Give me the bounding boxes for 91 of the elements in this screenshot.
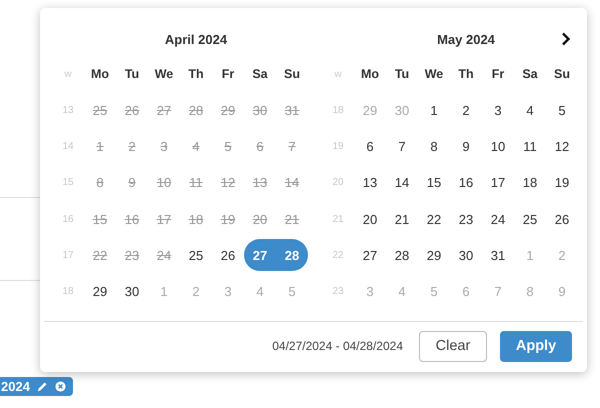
calendar-day[interactable]: 1: [418, 94, 450, 126]
calendar-day: 3: [148, 130, 180, 163]
next-month-icon[interactable]: [559, 32, 573, 46]
calendar-day[interactable]: 28: [276, 239, 308, 272]
calendar-day[interactable]: 5: [546, 94, 578, 126]
weekday-label: Mo: [360, 66, 380, 83]
calendar-day[interactable]: 8: [418, 130, 450, 163]
calendar-day[interactable]: 6: [354, 130, 386, 163]
weekday-label: Sa: [521, 66, 539, 83]
calendar-day: 31: [276, 94, 308, 126]
calendar-day: 19: [212, 203, 244, 236]
calendar-day: 14: [276, 166, 308, 199]
calendar-day[interactable]: 27: [244, 239, 276, 272]
calendar-day[interactable]: 21: [386, 203, 418, 236]
calendar-day[interactable]: 7: [386, 130, 418, 163]
calendar-day[interactable]: 13: [354, 166, 386, 199]
calendar-day: 16: [116, 203, 148, 236]
calendar-day: 18: [180, 203, 212, 236]
calendar-day[interactable]: 9: [450, 130, 482, 163]
calendar-day[interactable]: 27: [354, 239, 386, 272]
calendar-day[interactable]: 24: [482, 203, 514, 236]
calendar-day: 10: [148, 166, 180, 199]
edit-icon[interactable]: [36, 381, 48, 392]
calendar-day[interactable]: 29: [418, 239, 450, 272]
calendar-day: 4: [180, 130, 212, 163]
calendar-day: 15: [84, 203, 116, 236]
calendar-day[interactable]: 14: [386, 166, 418, 199]
calendar-day[interactable]: 23: [450, 203, 482, 236]
calendar-day[interactable]: 26: [212, 239, 244, 272]
weekday-label: Su: [553, 66, 571, 83]
clear-button[interactable]: Clear: [419, 330, 487, 362]
chip-label: 2024: [1, 379, 30, 394]
calendar-day: 12: [212, 166, 244, 199]
calendar-day[interactable]: 26: [546, 203, 578, 236]
weekday-label: Su: [283, 66, 301, 83]
calendar-day[interactable]: 30: [116, 276, 148, 308]
calendar-day: 28: [180, 94, 212, 126]
calendar-day: 17: [148, 203, 180, 236]
selected-date-range: 04/27/2024 - 04/28/2024: [272, 339, 403, 354]
calendar-day[interactable]: 25: [180, 239, 212, 272]
calendar-day: 2: [116, 130, 148, 163]
calendar-day[interactable]: 11: [514, 130, 546, 163]
weekday-label: Tu: [394, 66, 410, 83]
calendar-day: 25: [84, 94, 116, 126]
calendar-day[interactable]: 20: [354, 203, 386, 236]
calendar-day: 26: [116, 94, 148, 126]
calendar-day[interactable]: 29: [84, 276, 116, 308]
weekday-label: We: [424, 66, 444, 83]
calendar-day[interactable]: 22: [418, 203, 450, 236]
calendar-day: 6: [244, 130, 276, 163]
calendar-day: 29: [212, 94, 244, 126]
weekday-label: We: [154, 66, 174, 83]
calendar-day: 21: [276, 203, 308, 236]
calendar-day[interactable]: 15: [418, 166, 450, 199]
calendar-day: 22: [84, 239, 116, 272]
weekday-label: Fr: [490, 66, 506, 83]
calendar-day[interactable]: 28: [386, 239, 418, 272]
calendar-day: 11: [180, 166, 212, 199]
calendar-day[interactable]: 12: [546, 130, 578, 163]
month-title: April 2024: [164, 32, 228, 46]
calendar-day[interactable]: 3: [482, 94, 514, 126]
calendar-day: 9: [116, 166, 148, 199]
calendar-day[interactable]: 31: [482, 239, 514, 272]
calendar-day: 20: [244, 203, 276, 236]
calendar-day: 1: [84, 130, 116, 163]
calendar-day: 5: [212, 130, 244, 163]
weekday-label: Th: [187, 66, 205, 83]
weekday-label: Th: [457, 66, 475, 83]
weekday-label: Tu: [124, 66, 140, 83]
calendar-day: 7: [276, 130, 308, 163]
calendar-day[interactable]: 19: [546, 166, 578, 199]
weekday-label: Fr: [220, 66, 236, 83]
close-icon[interactable]: [54, 381, 66, 392]
calendar-day: 24: [148, 239, 180, 272]
calendar-day[interactable]: 10: [482, 130, 514, 163]
weekday-label: Mo: [90, 66, 110, 83]
calendar-day[interactable]: 30: [450, 239, 482, 272]
calendar-day: 13: [244, 166, 276, 199]
calendar-day: 23: [116, 239, 148, 272]
calendar-day[interactable]: 4: [514, 94, 546, 126]
apply-button[interactable]: Apply: [500, 330, 572, 362]
calendar-day[interactable]: 16: [450, 166, 482, 199]
calendar-day[interactable]: 17: [482, 166, 514, 199]
calendar-day[interactable]: 25: [514, 203, 546, 236]
month-title: May 2024: [437, 32, 495, 46]
calendar-day: 27: [148, 94, 180, 126]
weekday-label: Sa: [251, 66, 269, 83]
calendar-day[interactable]: 2: [450, 94, 482, 126]
calendar-day: 30: [244, 94, 276, 126]
calendar-day[interactable]: 18: [514, 166, 546, 199]
calendar-day: 8: [84, 166, 116, 199]
